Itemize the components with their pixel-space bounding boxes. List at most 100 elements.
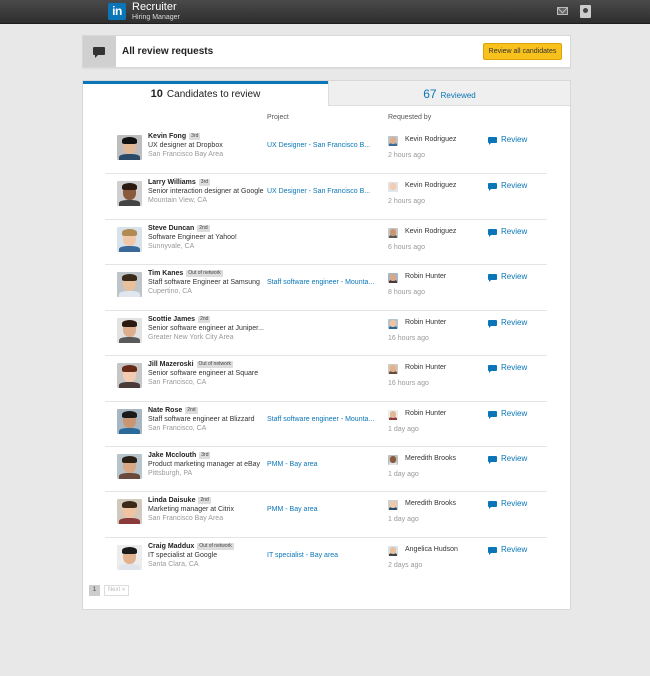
candidate-name[interactable]: Linda Daisuke 2nd [148,497,211,504]
requester-avatar [388,319,398,329]
candidate-name[interactable]: Craig Maddux Out of network [148,543,234,550]
project-link[interactable]: PMM - Bay area [267,506,318,513]
candidate-headline: Marketing manager at Citrix [148,506,234,513]
request-time: 16 hours ago [388,335,429,342]
project-link[interactable]: PMM - Bay area [267,461,318,468]
candidate-location: Pittsburgh, PA [148,470,193,477]
request-time: 2 days ago [388,562,423,569]
tab-reviewed-label: Reviewed [440,91,476,100]
review-bubble-icon [488,137,497,145]
candidate-avatar[interactable] [117,545,142,570]
candidate-row: Kevin Fong 3rd UX designer at Dropbox San… [105,128,547,173]
review-button-label: Review [501,545,528,554]
requester-name: Robin Hunter [405,410,447,417]
candidate-row: Jill Mazeroski Out of network Senior soft… [105,355,547,400]
candidate-location: Sunnyvale, CA [148,243,195,250]
candidate-name-text[interactable]: Scottie James [148,316,195,323]
mail-icon[interactable] [557,7,568,15]
connection-degree-badge: 2nd [198,497,211,504]
request-time: 8 hours ago [388,289,425,296]
connection-degree-badge: 2nd [197,225,210,232]
candidate-headline: Senior software engineer at Square [148,370,259,377]
tabs: 10 Candidates to review 67 Reviewed [83,81,570,106]
candidate-name-text[interactable]: Kevin Fong [148,133,186,140]
project-link[interactable]: UX Designer - San Francisco B... [267,188,370,195]
brand-subtitle: Hiring Manager [132,14,180,21]
next-page-button[interactable]: Next » [104,585,129,596]
candidate-location: Santa Clara, CA [148,561,199,568]
tab-to-review-label: Candidates to review [166,89,261,100]
candidate-name[interactable]: Nate Rose 2nd [148,407,198,414]
candidate-headline: Senior software engineer at Juniper... [148,325,264,332]
requester-avatar [388,455,398,465]
candidate-name[interactable]: Jill Mazeroski Out of network [148,361,234,368]
candidate-location: Mountain View, CA [148,197,208,204]
review-button-label: Review [501,272,528,281]
candidate-name[interactable]: Scottie James 2nd [148,316,211,323]
candidate-avatar[interactable] [117,135,142,160]
connection-degree-badge: Out of network [197,543,234,550]
candidate-avatar[interactable] [117,181,142,206]
review-button-label: Review [501,318,528,327]
header-icon-box [83,36,116,67]
project-link[interactable]: Staff software engineer - Mounta... [267,416,374,423]
candidate-name-text[interactable]: Larry Williams [148,179,196,186]
linkedin-logo-icon[interactable]: in [108,3,126,20]
candidate-location: San Francisco Bay Area [148,151,224,158]
column-header-requested-by: Requested by [388,114,432,121]
column-header-project: Project [267,114,289,121]
candidate-avatar[interactable] [117,227,142,252]
request-time: 1 day ago [388,471,419,478]
review-all-button[interactable]: Review all candidates [483,43,562,60]
review-bubble-icon [488,274,497,282]
candidate-location: San Francisco, CA [148,425,207,432]
tab-reviewed[interactable]: 67 Reviewed [328,81,570,106]
candidate-avatar[interactable] [117,454,142,479]
candidate-name[interactable]: Jake Mcclouth 3rd [148,452,211,459]
request-time: 6 hours ago [388,244,425,251]
connection-degree-badge: 3rd [199,452,211,459]
candidate-location: Cupertino, CA [148,288,192,295]
project-link[interactable]: Staff software engineer - Mounta... [267,279,374,286]
candidate-name[interactable]: Kevin Fong 3rd [148,133,201,140]
candidate-avatar[interactable] [117,409,142,434]
candidate-headline: UX designer at Dropbox [148,142,223,149]
requester-name: Meredith Brooks [405,500,456,507]
requester-name: Kevin Rodriguez [405,136,457,143]
candidate-name-text[interactable]: Jake Mcclouth [148,452,196,459]
candidate-name-text[interactable]: Tim Kanes [148,270,183,277]
candidate-name-text[interactable]: Nate Rose [148,407,182,414]
review-bubble-icon [488,229,497,237]
candidate-avatar[interactable] [117,499,142,524]
review-button-label: Review [501,409,528,418]
candidate-avatar[interactable] [117,363,142,388]
candidate-name-text[interactable]: Craig Maddux [148,543,194,550]
candidate-name[interactable]: Steve Duncan 2nd [148,225,210,232]
tab-candidates-to-review[interactable]: 10 Candidates to review [83,81,328,106]
brand-title: Recruiter [132,1,177,13]
project-link[interactable]: IT specialist - Bay area [267,552,338,559]
requester-avatar [388,410,398,420]
candidate-name-text[interactable]: Linda Daisuke [148,497,195,504]
page-1-button[interactable]: 1 [89,585,100,596]
requester-name: Kevin Rodriguez [405,182,457,189]
review-bubble-icon [488,547,497,555]
candidate-row: Steve Duncan 2nd Software Engineer at Yah… [105,219,547,264]
review-button-label: Review [501,227,528,236]
requester-name: Robin Hunter [405,319,447,326]
request-time: 2 hours ago [388,198,425,205]
review-button-label: Review [501,363,528,372]
app-brand: Recruiter Hiring Manager [132,2,180,22]
candidate-headline: Staff software Engineer at Samsung [148,279,260,286]
candidate-avatar[interactable] [117,272,142,297]
profile-icon[interactable] [580,5,591,18]
candidate-name-text[interactable]: Jill Mazeroski [148,361,194,368]
candidate-name[interactable]: Larry Williams 3rd [148,179,211,186]
connection-degree-badge: 3rd [198,179,211,186]
tab-to-review-count: 10 [150,88,163,100]
project-link[interactable]: UX Designer - San Francisco B... [267,142,370,149]
candidate-name-text[interactable]: Steve Duncan [148,225,194,232]
candidate-avatar[interactable] [117,318,142,343]
candidate-name[interactable]: Tim Kanes Out of network [148,270,223,277]
candidate-row: Scottie James 2nd Senior software enginee… [105,310,547,355]
